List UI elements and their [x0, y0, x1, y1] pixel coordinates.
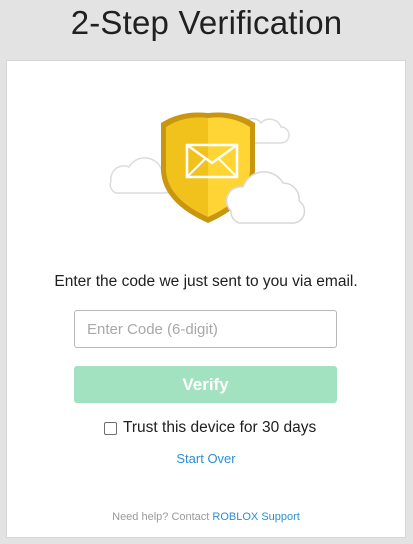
code-input[interactable] [74, 310, 337, 348]
page-title: 2-Step Verification [70, 4, 343, 41]
verification-card: Enter the code we just sent to you via e… [6, 60, 406, 538]
support-link[interactable]: ROBLOX Support [212, 511, 299, 523]
instruction-text: Enter the code we just sent to you via e… [54, 273, 358, 290]
shield-envelope-illustration [109, 112, 306, 224]
verify-button[interactable]: Verify [74, 366, 337, 403]
trust-device-label[interactable]: Trust this device for 30 days [123, 419, 316, 437]
help-text: Need help? Contact ROBLOX Support [7, 511, 405, 523]
start-over-link[interactable]: Start Over [7, 451, 405, 466]
trust-device-checkbox[interactable] [104, 421, 117, 435]
trust-device-option[interactable]: Trust this device for 30 days [104, 418, 316, 438]
help-prefix: Need help? Contact [112, 511, 210, 523]
